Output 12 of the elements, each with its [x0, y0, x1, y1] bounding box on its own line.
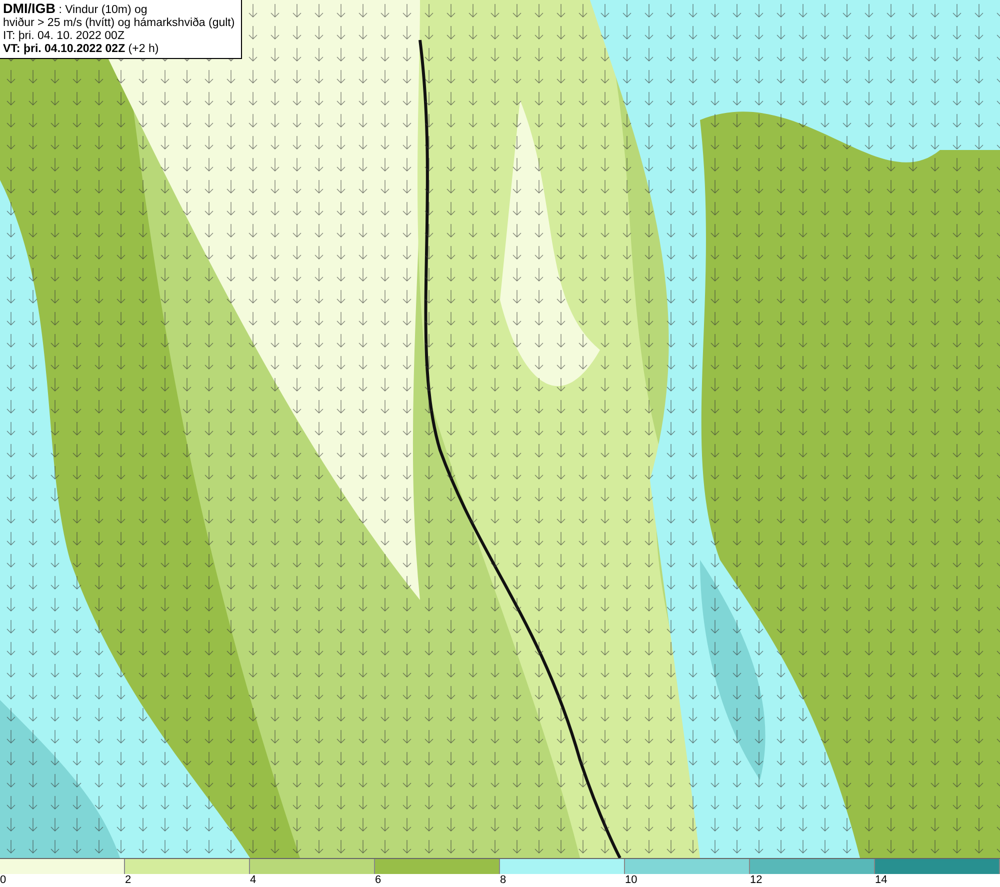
title-line: VT: þri. 04.10.2022 02Z (+2 h) — [3, 43, 160, 56]
legend-label: 4 — [250, 874, 256, 887]
title-line: hviður > 25 m/s (hvítt) og hámarkshviða (gult) — [3, 17, 235, 30]
legend-label: 12 — [750, 874, 762, 887]
title-line: IT: þri. 04. 10. 2022 00Z — [3, 30, 126, 43]
legend-label: 6 — [375, 874, 382, 887]
legend-label: 8 — [500, 874, 506, 887]
legend-label: 0 — [0, 874, 6, 887]
legend-label: 14 — [875, 874, 888, 887]
title-line: DMI/IGB : Vindur (10m) og — [3, 2, 148, 17]
legend-label: 10 — [625, 874, 638, 887]
legend-label: 2 — [125, 874, 132, 887]
